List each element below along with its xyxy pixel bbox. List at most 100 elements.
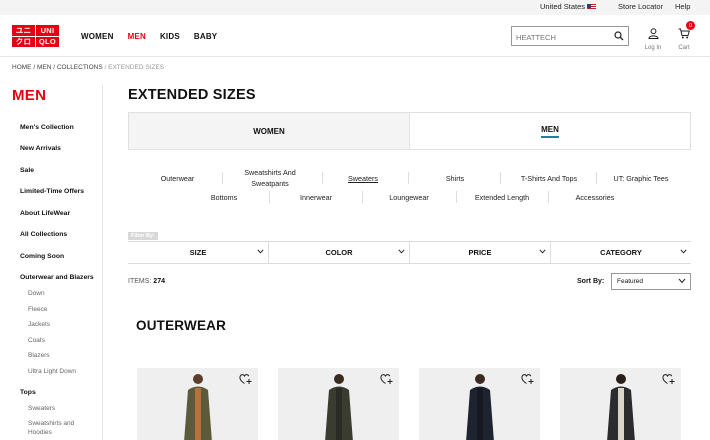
product-image xyxy=(465,374,494,440)
sidebar-item-limited-time-offers[interactable]: Limited-Time Offers xyxy=(20,188,84,195)
sort-select[interactable]: Featured xyxy=(611,273,691,290)
logo-cell: UNI xyxy=(36,25,59,36)
items-count: ITEMS: 274 xyxy=(128,278,165,285)
country-selector[interactable]: United States xyxy=(540,2,597,11)
filter-price[interactable]: PRICE xyxy=(409,242,550,263)
sidebar-item-coming-soon[interactable]: Coming Soon xyxy=(20,253,64,260)
nav-baby[interactable]: BABY xyxy=(194,32,217,41)
category-shirts[interactable]: Shirts xyxy=(420,173,490,184)
sidebar-subitem-down[interactable]: Down xyxy=(28,289,45,298)
login-label: Log In xyxy=(644,45,662,51)
category-divider xyxy=(362,191,363,203)
filter-size-label: SIZE xyxy=(189,248,207,257)
category-bottoms[interactable]: Bottoms xyxy=(185,192,263,203)
logo-cell: クロ xyxy=(12,36,35,47)
sort-value: Featured xyxy=(617,278,644,285)
breadcrumb-home[interactable]: HOME xyxy=(12,64,32,71)
category-line: Sweatshirts And xyxy=(244,168,296,177)
chevron-down-icon xyxy=(680,249,687,254)
nav-women[interactable]: WOMEN xyxy=(81,32,114,41)
tab-men[interactable]: MEN xyxy=(410,113,690,149)
nav-men[interactable]: MEN xyxy=(128,32,146,41)
us-flag-icon xyxy=(587,4,597,10)
sidebar-subitem-coats[interactable]: Coats xyxy=(28,336,45,345)
search-input[interactable] xyxy=(512,28,608,47)
category-accessories[interactable]: Accessories xyxy=(554,192,636,203)
sidebar-subitem-sweaters[interactable]: Sweaters xyxy=(28,404,55,413)
category-extended-length[interactable]: Extended Length xyxy=(460,192,544,203)
wishlist-heart-icon[interactable] xyxy=(380,373,393,385)
search-icon[interactable] xyxy=(614,31,624,41)
category-divider xyxy=(548,191,549,203)
sidebar-title: MEN xyxy=(12,87,47,104)
sidebar-item-tops[interactable]: Tops xyxy=(20,389,36,396)
category-divider xyxy=(322,172,323,184)
category-loungewear[interactable]: Loungewear xyxy=(368,192,450,203)
nav-kids[interactable]: KIDS xyxy=(160,32,180,41)
sidebar-subitem-jackets[interactable]: Jackets xyxy=(28,320,50,329)
main-nav: WOMEN MEN KIDS BABY xyxy=(81,32,231,41)
uniqlo-logo[interactable]: ユニ UNI クロ QLO xyxy=(12,25,60,47)
site-header: ユニ UNI クロ QLO WOMEN MEN KIDS BABY Log In… xyxy=(0,15,710,57)
sidebar-subitem-blazers[interactable]: Blazers xyxy=(28,351,50,360)
wishlist-heart-icon[interactable] xyxy=(521,373,534,385)
product-card[interactable] xyxy=(560,368,681,440)
tab-women[interactable]: WOMEN xyxy=(129,113,410,149)
chevron-down-icon xyxy=(398,249,405,254)
cart-count-badge: 0 xyxy=(686,21,695,30)
sidebar-subitem-ultra-light-down[interactable]: Ultra Light Down xyxy=(28,367,76,376)
tab-men-label: MEN xyxy=(541,125,559,138)
help-link[interactable]: Help xyxy=(675,2,690,11)
category-sweatshirts-and-sweatpants[interactable]: Sweatshirts And Sweatpants xyxy=(226,167,314,189)
sidebar-item-about-lifewear[interactable]: About LifeWear xyxy=(20,210,70,217)
category-sweaters[interactable]: Sweaters xyxy=(328,173,398,184)
wishlist-heart-icon[interactable] xyxy=(239,373,252,385)
sidebar-subitem-fleece[interactable]: Fleece xyxy=(28,305,48,314)
category-divider xyxy=(408,172,409,184)
filter-size[interactable]: SIZE xyxy=(128,242,268,263)
product-card[interactable] xyxy=(419,368,540,440)
filter-price-label: PRICE xyxy=(468,248,492,257)
sidebar-item-all-collections[interactable]: All Collections xyxy=(20,231,67,238)
items-label: ITEMS: xyxy=(128,278,152,285)
sidebar-item-sale[interactable]: Sale xyxy=(20,167,34,174)
filter-category[interactable]: CATEGORY xyxy=(550,242,691,263)
product-image xyxy=(606,374,635,440)
sidebar-item-new-arrivals[interactable]: New Arrivals xyxy=(20,145,61,152)
breadcrumb-separator: / xyxy=(53,64,56,71)
product-card[interactable] xyxy=(137,368,258,440)
category-divider xyxy=(269,191,270,203)
category-sidebar: MEN Men's Collection New Arrivals Sale L… xyxy=(0,85,103,440)
sidebar-subitem-sweatshirts-and-hoodies[interactable]: Sweatshirts and Hoodies xyxy=(28,419,74,437)
sort-label: Sort By: xyxy=(577,278,605,285)
breadcrumb-men[interactable]: MEN xyxy=(37,64,51,71)
sidebar-item-outerwear-and-blazers[interactable]: Outerwear and Blazers xyxy=(20,274,94,281)
cart-label: Cart xyxy=(678,45,690,51)
category-divider xyxy=(596,172,597,184)
filter-by-label: Filter By: xyxy=(128,232,158,240)
user-icon xyxy=(647,28,659,39)
product-card[interactable] xyxy=(278,368,399,440)
sidebar-item-mens-collection[interactable]: Men's Collection xyxy=(20,124,74,131)
section-title: OUTERWEAR xyxy=(136,318,227,333)
breadcrumb: HOME / MEN / COLLECTIONS / EXTENDED SIZE… xyxy=(12,64,164,71)
category-divider xyxy=(500,172,501,184)
chevron-down-icon xyxy=(678,278,686,284)
store-locator-link[interactable]: Store Locator xyxy=(618,2,663,11)
breadcrumb-collections[interactable]: COLLECTIONS xyxy=(57,64,103,71)
category-innerwear[interactable]: Innerwear xyxy=(275,192,357,203)
filter-color[interactable]: COLOR xyxy=(268,242,409,263)
product-image xyxy=(183,374,212,440)
category-tshirts-and-tops[interactable]: T-Shirts And Tops xyxy=(505,173,593,184)
logo-cell: ユニ xyxy=(12,25,35,36)
tab-women-label: WOMEN xyxy=(253,126,285,136)
wishlist-heart-icon[interactable] xyxy=(662,373,675,385)
cart-button[interactable]: 0 Cart xyxy=(670,21,698,51)
search-box xyxy=(511,26,629,47)
chevron-down-icon xyxy=(539,249,546,254)
filter-bar: SIZE COLOR PRICE CATEGORY xyxy=(128,241,691,264)
login-button[interactable]: Log In xyxy=(639,26,667,51)
category-ut-graphic-tees[interactable]: UT: Graphic Tees xyxy=(600,173,682,184)
category-outerwear[interactable]: Outerwear xyxy=(140,173,215,184)
chevron-down-icon xyxy=(257,249,264,254)
